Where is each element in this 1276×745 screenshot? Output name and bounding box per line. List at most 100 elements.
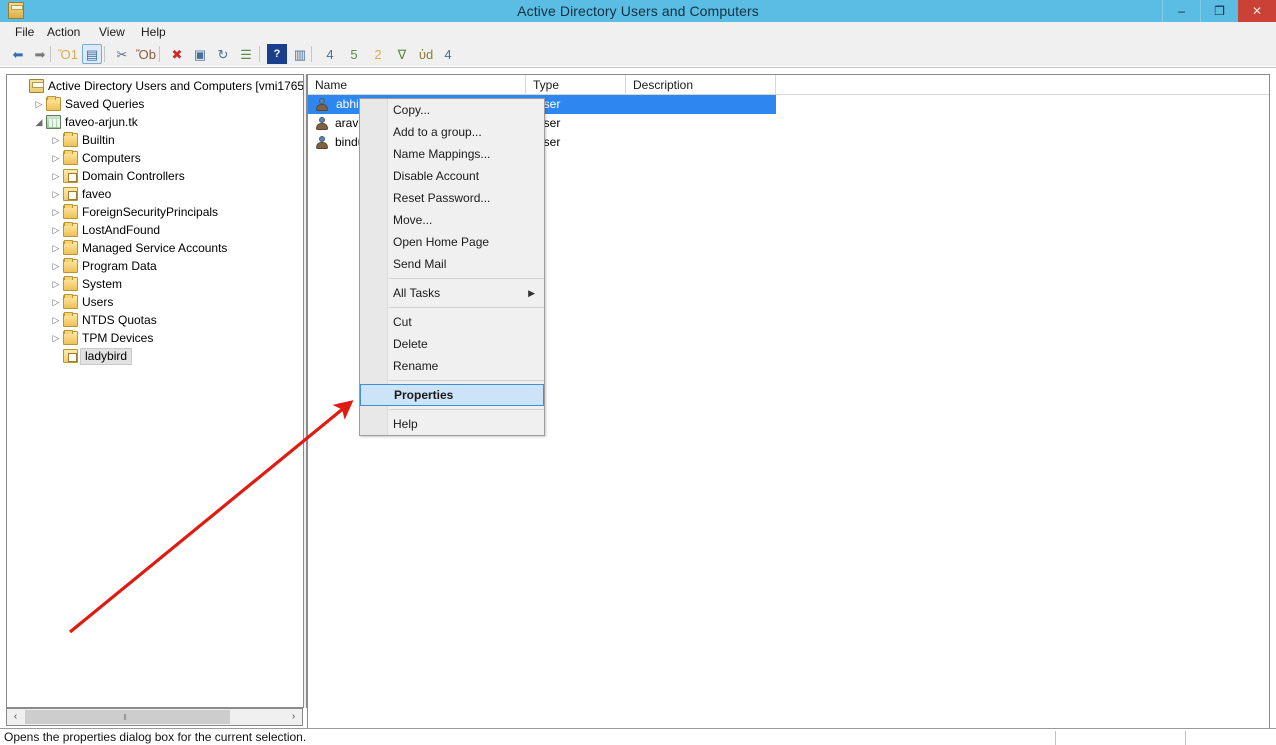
expand-arrow-icon[interactable]: ▷ bbox=[49, 167, 63, 185]
new-user-icon[interactable]: ὆4 bbox=[320, 44, 340, 64]
context-menu-item-label: Rename bbox=[393, 359, 438, 373]
expand-arrow-icon[interactable]: ◢ bbox=[32, 113, 46, 131]
toolbar-separator-4 bbox=[311, 46, 312, 62]
menu-bar: FileActionViewHelp bbox=[0, 22, 1276, 42]
close-button[interactable]: ✕ bbox=[1238, 0, 1276, 22]
tree-node-computers[interactable]: ▷Computers bbox=[7, 149, 303, 167]
expand-arrow-icon[interactable]: ▷ bbox=[49, 185, 63, 203]
tree-node-saved-queries[interactable]: ▷Saved Queries bbox=[7, 95, 303, 113]
context-menu-item-copy[interactable]: Copy... bbox=[360, 99, 544, 121]
context-menu-item-rename[interactable]: Rename bbox=[360, 355, 544, 377]
folder-icon bbox=[63, 277, 78, 291]
show-tree-icon[interactable]: ▤ bbox=[82, 44, 102, 64]
tree-node-domain-controllers[interactable]: ▷Domain Controllers bbox=[7, 167, 303, 185]
context-menu-item-send-mail[interactable]: Send Mail bbox=[360, 253, 544, 275]
tree-node-ntds-quotas[interactable]: ▷ NTDS Quotas bbox=[7, 311, 303, 329]
tree-node-foreignsecurityprincipals[interactable]: ▷ForeignSecurityPrincipals bbox=[7, 203, 303, 221]
minimize-button[interactable]: – bbox=[1162, 0, 1200, 22]
export-list-icon[interactable]: ☰ bbox=[236, 44, 256, 64]
tree-node-builtin[interactable]: ▷Builtin bbox=[7, 131, 303, 149]
tree-horizontal-scrollbar[interactable]: ‹ ‖ › bbox=[6, 708, 303, 726]
application-window: Active Directory Users and Computers – ❐… bbox=[0, 0, 1276, 745]
expand-arrow-icon[interactable]: ▷ bbox=[49, 329, 63, 347]
context-menu-item-label: Copy... bbox=[393, 103, 430, 117]
tree-node-managed-service-accounts[interactable]: ▷Managed Service Accounts bbox=[7, 239, 303, 257]
menu-file[interactable]: File bbox=[8, 22, 41, 42]
context-menu-item-label: Send Mail bbox=[393, 257, 446, 271]
column-header-name[interactable]: Name bbox=[308, 75, 526, 95]
delete-icon[interactable]: ✖ bbox=[167, 44, 187, 64]
context-menu-item-properties[interactable]: Properties bbox=[360, 384, 544, 406]
find-icon[interactable]: ὐd bbox=[416, 44, 436, 64]
tree-node-tpm-devices[interactable]: ▷TPM Devices bbox=[7, 329, 303, 347]
tree-node-lostandfound[interactable]: ▷ LostAndFound bbox=[7, 221, 303, 239]
refresh-icon[interactable]: ↻ bbox=[213, 44, 233, 64]
title-bar: Active Directory Users and Computers – ❐… bbox=[0, 0, 1276, 22]
window-controls: – ❐ ✕ bbox=[1162, 0, 1276, 22]
tree-node-users[interactable]: ▷Users bbox=[7, 293, 303, 311]
scroll-right-arrow[interactable]: › bbox=[285, 709, 302, 725]
context-menu-item-reset-password[interactable]: Reset Password... bbox=[360, 187, 544, 209]
tree-node-faveo[interactable]: ▷faveo bbox=[7, 185, 303, 203]
tree-node-faveo-arjun-tk[interactable]: ◢faveo-arjun.tk bbox=[7, 113, 303, 131]
context-menu-item-help[interactable]: Help bbox=[360, 413, 544, 435]
tree-node-label: System bbox=[82, 275, 122, 293]
column-header-description[interactable]: Description bbox=[626, 75, 776, 95]
tree-node-ladybird[interactable]: ladybird bbox=[7, 347, 303, 365]
column-header-type[interactable]: Type bbox=[526, 75, 626, 95]
context-menu-item-all-tasks[interactable]: All Tasks▶ bbox=[360, 282, 544, 304]
tree-node-label: Active Directory Users and Computers [vm… bbox=[48, 77, 303, 95]
expand-arrow-icon[interactable]: ▷ bbox=[32, 95, 46, 113]
menu-view[interactable]: View bbox=[92, 22, 132, 42]
context-menu-item-move[interactable]: Move... bbox=[360, 209, 544, 231]
back-icon[interactable]: ⬅ bbox=[8, 44, 28, 64]
restore-button[interactable]: ❐ bbox=[1200, 0, 1238, 22]
toolbar-separator-3 bbox=[259, 46, 260, 62]
context-menu-item-disable-account[interactable]: Disable Account bbox=[360, 165, 544, 187]
window-title: Active Directory Users and Computers bbox=[0, 0, 1276, 22]
forward-icon[interactable]: ➡ bbox=[30, 44, 50, 64]
new-ou-icon[interactable]: ὜2 bbox=[368, 44, 388, 64]
up-folder-icon[interactable]: Ὄ1 bbox=[58, 44, 78, 64]
expand-arrow-icon[interactable]: ▷ bbox=[49, 293, 63, 311]
context-menu-item-delete[interactable]: Delete bbox=[360, 333, 544, 355]
ou-icon bbox=[63, 169, 78, 183]
tree-node-label: NTDS Quotas bbox=[82, 311, 157, 329]
expand-arrow-icon[interactable]: ▷ bbox=[49, 275, 63, 293]
list-header: NameTypeDescription bbox=[308, 75, 1269, 95]
expand-arrow-icon[interactable]: ▷ bbox=[49, 311, 63, 329]
expand-arrow-icon[interactable]: ▷ bbox=[49, 203, 63, 221]
expand-arrow-icon[interactable]: ▷ bbox=[49, 221, 63, 239]
tree-node-program-data[interactable]: ▷Program Data bbox=[7, 257, 303, 275]
tree-node-label: LostAndFound bbox=[82, 221, 160, 239]
cut-icon[interactable]: ✂ bbox=[112, 44, 132, 64]
expand-arrow-icon[interactable]: ▷ bbox=[49, 257, 63, 275]
status-divider-2 bbox=[1185, 731, 1186, 745]
context-menu-separator bbox=[389, 307, 544, 308]
context-menu-item-add-to-a-group[interactable]: Add to a group... bbox=[360, 121, 544, 143]
context-menu-item-label: Reset Password... bbox=[393, 191, 490, 205]
filter-icon[interactable]: ∇ bbox=[392, 44, 412, 64]
console-tree: Active Directory Users and Computers [vm… bbox=[7, 75, 303, 365]
paste-icon[interactable]: Ὄb bbox=[136, 44, 156, 64]
domain-icon bbox=[46, 115, 61, 129]
menu-help[interactable]: Help bbox=[134, 22, 173, 42]
scroll-left-arrow[interactable]: ‹ bbox=[7, 709, 24, 725]
context-menu-item-cut[interactable]: Cut bbox=[360, 311, 544, 333]
context-menu-item-open-home-page[interactable]: Open Home Page bbox=[360, 231, 544, 253]
tree-node-label: ladybird bbox=[80, 347, 132, 365]
tree-node-system[interactable]: ▷ System bbox=[7, 275, 303, 293]
properties-icon[interactable]: ▣ bbox=[190, 44, 210, 64]
expand-arrow-icon[interactable]: ▷ bbox=[49, 149, 63, 167]
help-icon[interactable]: ? bbox=[267, 44, 287, 64]
tree-node-active-directory-users-and-computers-vmi176532-f[interactable]: Active Directory Users and Computers [vm… bbox=[7, 77, 303, 95]
saved-query-user-icon[interactable]: ὆4 bbox=[438, 44, 458, 64]
context-menu-item-name-mappings[interactable]: Name Mappings... bbox=[360, 143, 544, 165]
menu-action[interactable]: Action bbox=[40, 22, 87, 42]
context-menu-item-label: Help bbox=[393, 417, 418, 431]
new-group-icon[interactable]: ὆5 bbox=[344, 44, 364, 64]
scrollbar-thumb[interactable]: ‖ bbox=[25, 710, 230, 724]
expand-arrow-icon[interactable]: ▷ bbox=[49, 239, 63, 257]
console-window-icon[interactable]: ▥ bbox=[290, 44, 310, 64]
expand-arrow-icon[interactable]: ▷ bbox=[49, 131, 63, 149]
